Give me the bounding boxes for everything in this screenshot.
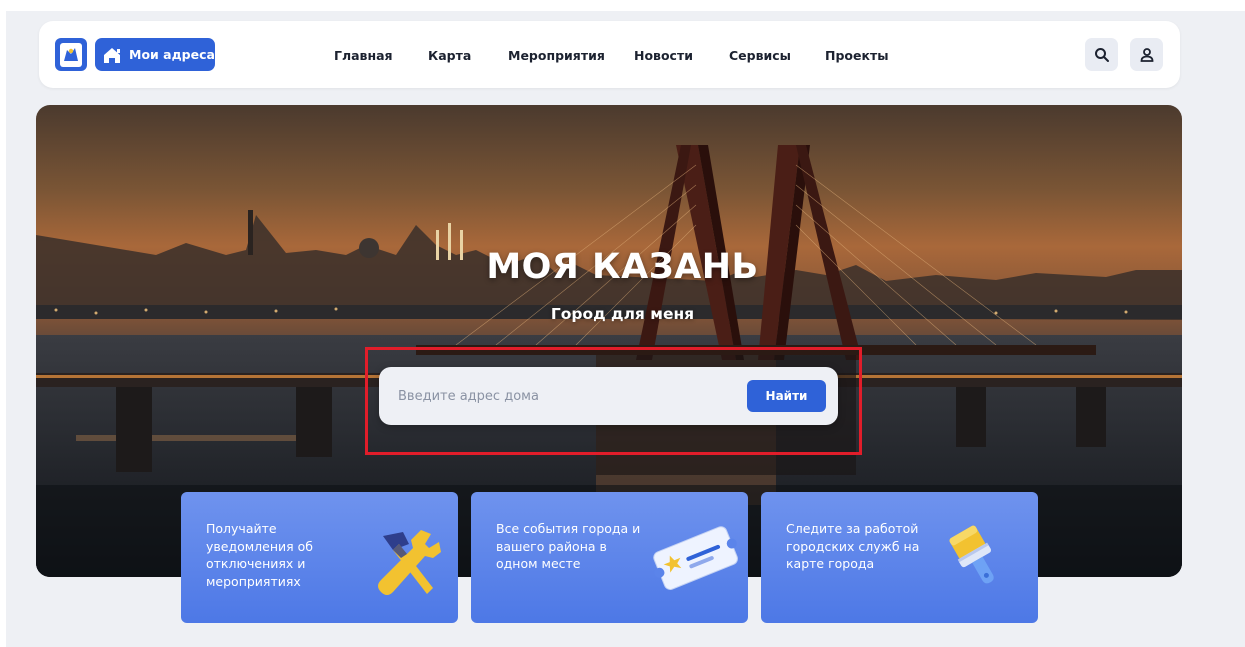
nav-item-services[interactable]: Сервисы [729,48,791,63]
card-text: Следите за работой городских служб на ка… [786,521,920,571]
hero-title: МОЯ КАЗАНЬ [486,247,759,287]
search-button[interactable] [1085,38,1118,71]
search-icon [1094,47,1109,62]
nav-item-map[interactable]: Карта [428,48,471,63]
card-text: Все события города и вашего района в одн… [496,521,641,571]
house-icon [104,47,120,63]
nav-item-home[interactable]: Главная [334,48,393,63]
city-services-card[interactable]: Следите за работой городских служб на ка… [761,492,1038,623]
search-highlight-frame [365,347,862,455]
tools-icon [378,530,441,595]
hero-subtitle: Город для меня [550,305,695,323]
nav-item-news[interactable]: Новости [634,48,693,63]
coat-of-arms-icon [60,42,82,67]
my-addresses-button[interactable]: Мои адреса [95,38,215,71]
city-logo[interactable] [55,38,87,71]
profile-button[interactable] [1130,38,1163,71]
nav-item-events[interactable]: Мероприятия [508,48,605,63]
my-addresses-label: Мои адреса [129,47,215,62]
user-icon [1140,47,1153,62]
paint-brush-icon [949,525,994,584]
card-text: Получайте уведомления об отключениях и м… [206,521,314,589]
ticket-icon [653,526,738,590]
nav-item-projects[interactable]: Проекты [825,48,889,63]
events-card[interactable]: Все события города и вашего района в одн… [471,492,748,623]
notifications-card[interactable]: Получайте уведомления об отключениях и м… [181,492,458,623]
